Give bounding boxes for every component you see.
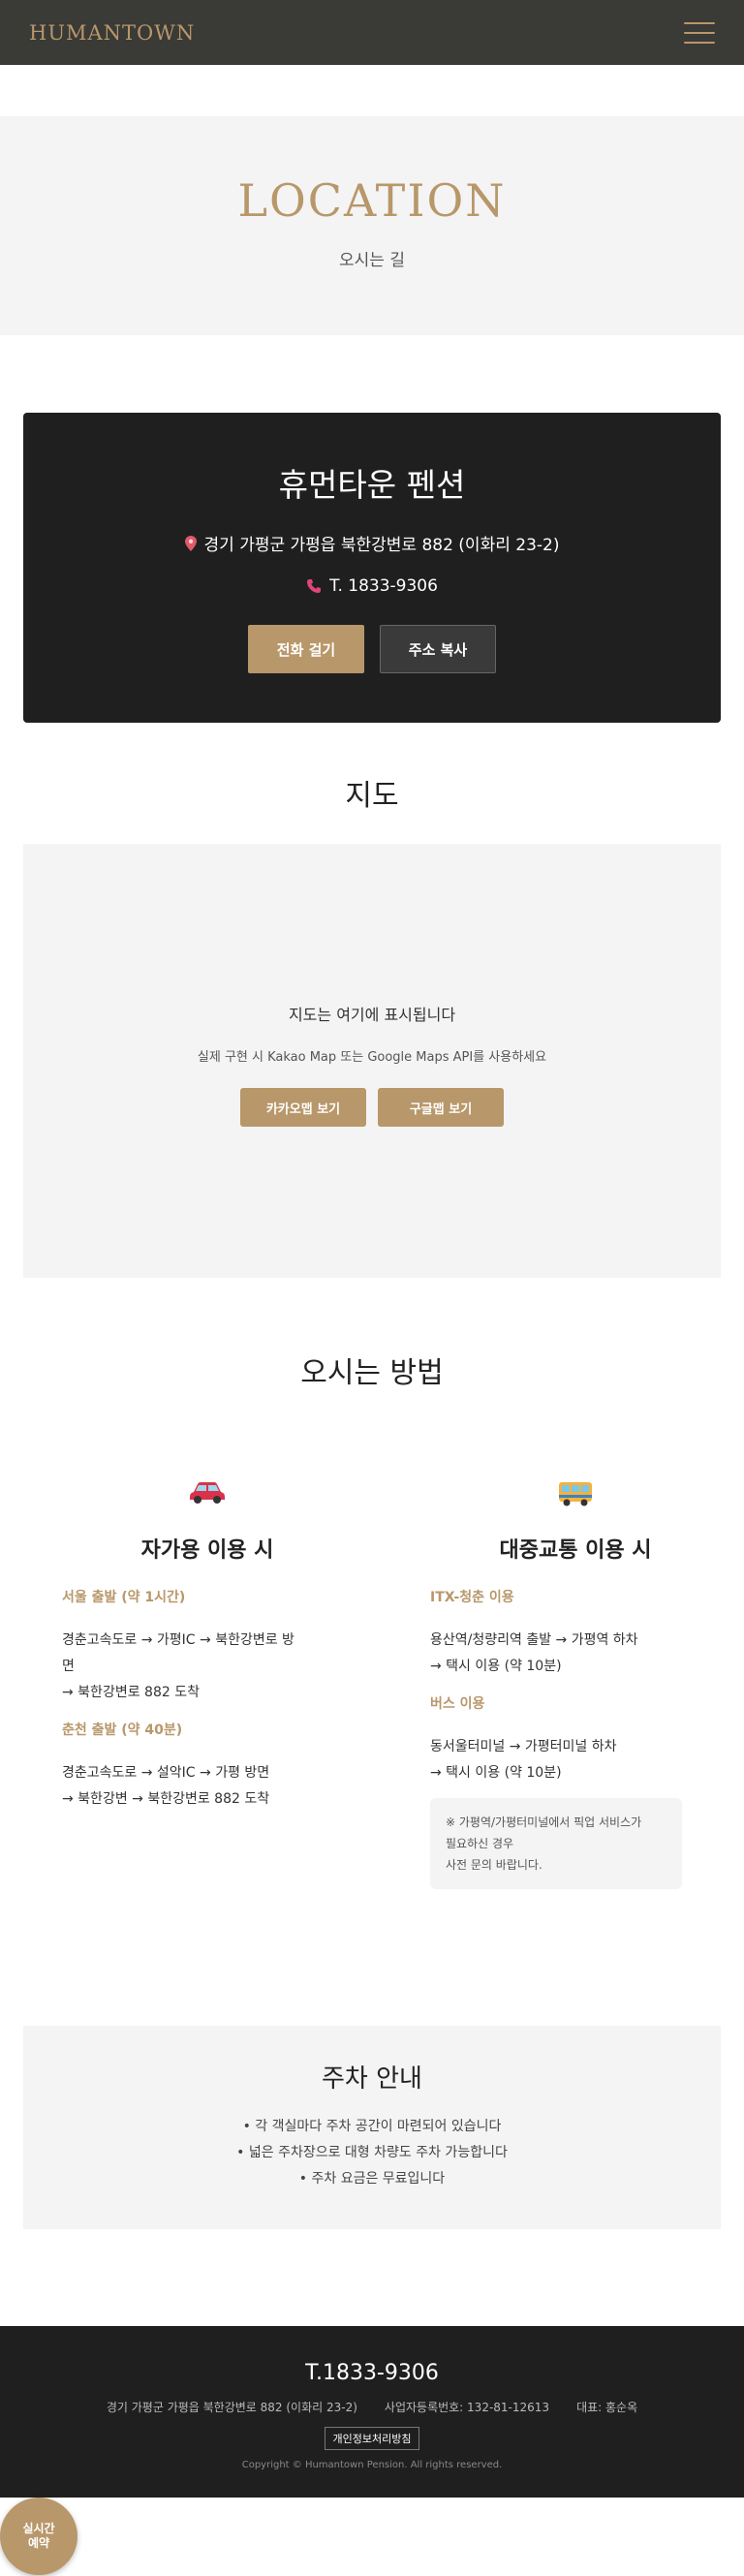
menu-bar (684, 21, 715, 24)
menu-bar (684, 41, 715, 44)
pension-info-card: 휴먼타운 펜션 경기 가평군 가평읍 북한강변로 882 (이화리 23-2) … (23, 413, 721, 723)
parking-info: 주차 안내 • 각 객실마다 주차 공간이 마련되어 있습니다 • 넓은 주차장… (23, 2026, 721, 2229)
directions-section-title: 오시는 방법 (300, 1356, 444, 1390)
route-line: 동서울터미널 → 가평터미널 하차 (430, 1739, 617, 1754)
map-actions: 카카오맵 보기 구글맵 보기 (23, 1088, 721, 1127)
parking-title: 주차 안내 (322, 2064, 422, 2094)
route-line: → 북한강변 → 북한강변로 882 도착 (62, 1791, 270, 1807)
map-section-title: 지도 (345, 779, 399, 813)
map-pin-icon (184, 535, 197, 551)
page-title: LOCATION (237, 174, 507, 227)
route-description: 경춘고속도로 → 설악IC → 가평 방면 → 북한강변 → 북한강변로 882… (62, 1760, 353, 1813)
address-line: 경기 가평군 가평읍 북한강변로 882 (이화리 23-2) (23, 531, 721, 555)
bus-icon (430, 1480, 721, 1513)
phone-text: T. 1833-9306 (329, 576, 438, 596)
info-actions: 전화 걸기 주소 복사 (23, 625, 721, 673)
call-button[interactable]: 전화 걸기 (248, 625, 364, 673)
note-line: 필요하신 경우 (446, 1837, 514, 1850)
hamburger-icon[interactable] (684, 21, 715, 44)
route-heading: 춘천 출발 (약 40분) (62, 1723, 183, 1738)
fab-label: 실시간 (22, 2522, 55, 2535)
page-hero: LOCATION 오시는 길 (0, 116, 744, 335)
route-line: 경춘고속도로 → 가평IC → 북한강변로 방 (62, 1632, 294, 1648)
pickup-note: ※ 가평역/가평터미널에서 픽업 서비스가 필요하신 경우 사전 문의 바랍니다… (430, 1798, 682, 1889)
footer-business-info: 경기 가평군 가평읍 북한강변로 882 (이화리 23-2) 사업자등록번호:… (0, 2399, 744, 2415)
route-line: → 택시 이용 (약 10분) (430, 1765, 562, 1781)
car-icon (62, 1480, 353, 1513)
car-directions: 자가용 이용 시 서울 출발 (약 1시간) 경춘고속도로 → 가평IC → 북… (62, 1480, 353, 1822)
page-subtitle: 오시는 길 (339, 251, 405, 270)
footer-address: 경기 가평군 가평읍 북한강변로 882 (이화리 23-2) (106, 2401, 357, 2414)
address-text: 경기 가평군 가평읍 북한강변로 882 (이화리 23-2) (203, 536, 560, 555)
route-heading: 버스 이용 (430, 1696, 485, 1712)
route-line: 면 (62, 1659, 75, 1674)
map-container[interactable]: 지도는 여기에 표시됩니다 실제 구현 시 Kakao Map 또는 Googl… (23, 844, 721, 1278)
realtime-reservation-button[interactable]: 실시간 예약 (0, 2498, 78, 2575)
car-section-title: 자가용 이용 시 (140, 1538, 274, 1563)
parking-item: • 각 객실마다 주차 공간이 마련되어 있습니다 (242, 2119, 502, 2134)
map-placeholder-text: 지도는 여기에 표시됩니다 (288, 1006, 456, 1024)
menu-bar (684, 31, 715, 34)
route-line: → 북한강변로 882 도착 (62, 1685, 200, 1700)
kakao-map-button[interactable]: 카카오맵 보기 (240, 1088, 366, 1127)
footer-phone[interactable]: T.1833-9306 (0, 2361, 744, 2385)
route-line: 용산역/청량리역 출발 → 가평역 하차 (430, 1632, 638, 1648)
footer-biz-number: 사업자등록번호: 132-81-12613 (384, 2401, 550, 2414)
route-line: 경춘고속도로 → 설악IC → 가평 방면 (62, 1765, 270, 1781)
fab-label: 예약 (27, 2536, 50, 2550)
site-logo[interactable]: HUMANTOWN (29, 21, 195, 45)
route-heading: ITX-청춘 이용 (430, 1590, 514, 1605)
parking-item: • 주차 요금은 무료입니다 (298, 2171, 446, 2187)
pension-name: 휴먼타운 펜션 (278, 466, 466, 504)
transit-directions: 대중교통 이용 시 ITX-청춘 이용 용산역/청량리역 출발 → 가평역 하차… (430, 1480, 721, 1889)
route-description: 동서울터미널 → 가평터미널 하차 → 택시 이용 (약 10분) (430, 1734, 721, 1786)
note-line: 사전 문의 바랍니다. (446, 1858, 542, 1872)
copy-address-button[interactable]: 주소 복사 (380, 625, 496, 673)
site-footer: T.1833-9306 경기 가평군 가평읍 북한강변로 882 (이화리 23… (0, 2326, 744, 2498)
parking-item: • 넓은 주차장으로 대형 차량도 주차 가능합니다 (236, 2145, 508, 2160)
phone-icon (307, 579, 322, 593)
note-line: ※ 가평역/가평터미널에서 픽업 서비스가 (446, 1816, 642, 1829)
google-map-button[interactable]: 구글맵 보기 (378, 1088, 504, 1127)
route-description: 경춘고속도로 → 가평IC → 북한강변로 방 면 → 북한강변로 882 도착 (62, 1628, 353, 1706)
route-description: 용산역/청량리역 출발 → 가평역 하차 → 택시 이용 (약 10분) (430, 1628, 721, 1680)
privacy-policy-link[interactable]: 개인정보처리방침 (324, 2427, 420, 2450)
footer-ceo: 대표: 홍순옥 (576, 2401, 638, 2414)
route-line: → 택시 이용 (약 10분) (430, 1659, 562, 1674)
map-note: 실제 구현 시 Kakao Map 또는 Google Maps API를 사용… (197, 1050, 547, 1065)
site-header: HUMANTOWN (0, 0, 744, 65)
transit-section-title: 대중교통 이용 시 (499, 1538, 652, 1563)
phone-line: T. 1833-9306 (23, 576, 721, 596)
copyright: Copyright © Humantown Pension. All right… (241, 2460, 503, 2470)
route-heading: 서울 출발 (약 1시간) (62, 1590, 186, 1605)
